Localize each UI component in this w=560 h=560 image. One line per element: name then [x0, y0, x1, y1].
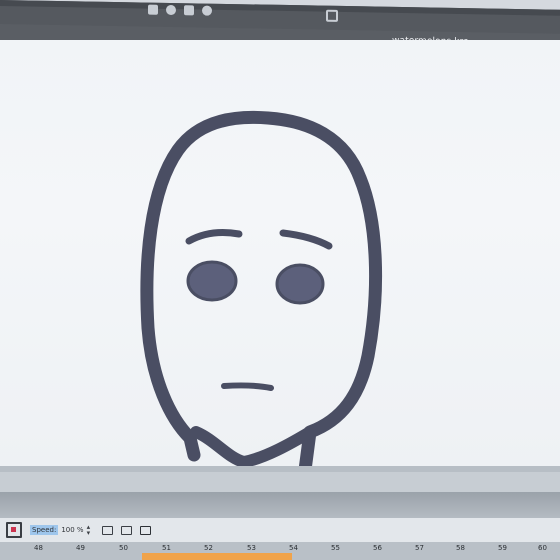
face-drawing	[140, 110, 383, 470]
dock-divider	[0, 466, 560, 472]
frame-number[interactable]: 50	[119, 544, 128, 552]
frame-number[interactable]: 60	[538, 544, 547, 552]
frame-number[interactable]: 58	[456, 544, 465, 552]
frame-ruler[interactable]: 48 49 50 51 52 53 54 55 56 57 58 59 60	[0, 542, 560, 560]
right-eye	[275, 263, 325, 305]
frame-number[interactable]: 48	[34, 544, 43, 552]
right-eyebrow	[279, 229, 333, 250]
frame-number[interactable]: 59	[498, 544, 507, 552]
toolbar-icon-1[interactable]	[148, 4, 158, 15]
animation-timeline-toolbar: Speed: 100 % ▴ ▾	[0, 518, 560, 542]
layer-view-icon[interactable]	[121, 525, 133, 535]
frame-number[interactable]: 56	[373, 544, 382, 552]
left-eye	[186, 260, 238, 302]
top-toolbar-strip	[0, 0, 560, 16]
head-outline	[140, 110, 383, 470]
toolbar-icon-3[interactable]	[184, 5, 194, 16]
top-toolbar-icons	[148, 3, 212, 18]
frame-number[interactable]: 49	[76, 544, 85, 552]
frame-view-icon[interactable]	[102, 525, 114, 535]
left-eyebrow	[185, 229, 243, 245]
frame-number[interactable]: 57	[415, 544, 424, 552]
krita-screen: watermelons.kra Speed: 100 % ▴▾ 48 49 50…	[0, 0, 560, 560]
settings-view-icon[interactable]	[140, 525, 152, 535]
toolbar-icon-2[interactable]	[166, 4, 176, 16]
frame-number[interactable]: 54	[289, 544, 298, 552]
jaw-line	[190, 426, 316, 469]
playback-range-highlight	[142, 553, 292, 560]
frame-number[interactable]: 55	[331, 544, 340, 552]
speed-label: Speed:	[30, 525, 59, 535]
frame-number[interactable]: 52	[204, 544, 213, 552]
frame-number[interactable]: 53	[247, 544, 256, 552]
drawing-canvas[interactable]	[0, 40, 560, 470]
speed-value[interactable]: 100 %	[61, 526, 83, 534]
frame-number[interactable]: 51	[162, 544, 171, 552]
toolbar-icon-5[interactable]	[326, 9, 338, 22]
dock-panel-separator	[0, 492, 560, 518]
onion-skin-icon[interactable]	[6, 522, 22, 538]
mouth	[221, 382, 274, 391]
toolbar-icon-4[interactable]	[202, 5, 212, 16]
speed-spinner-icon[interactable]: ▴ ▾	[87, 524, 91, 537]
